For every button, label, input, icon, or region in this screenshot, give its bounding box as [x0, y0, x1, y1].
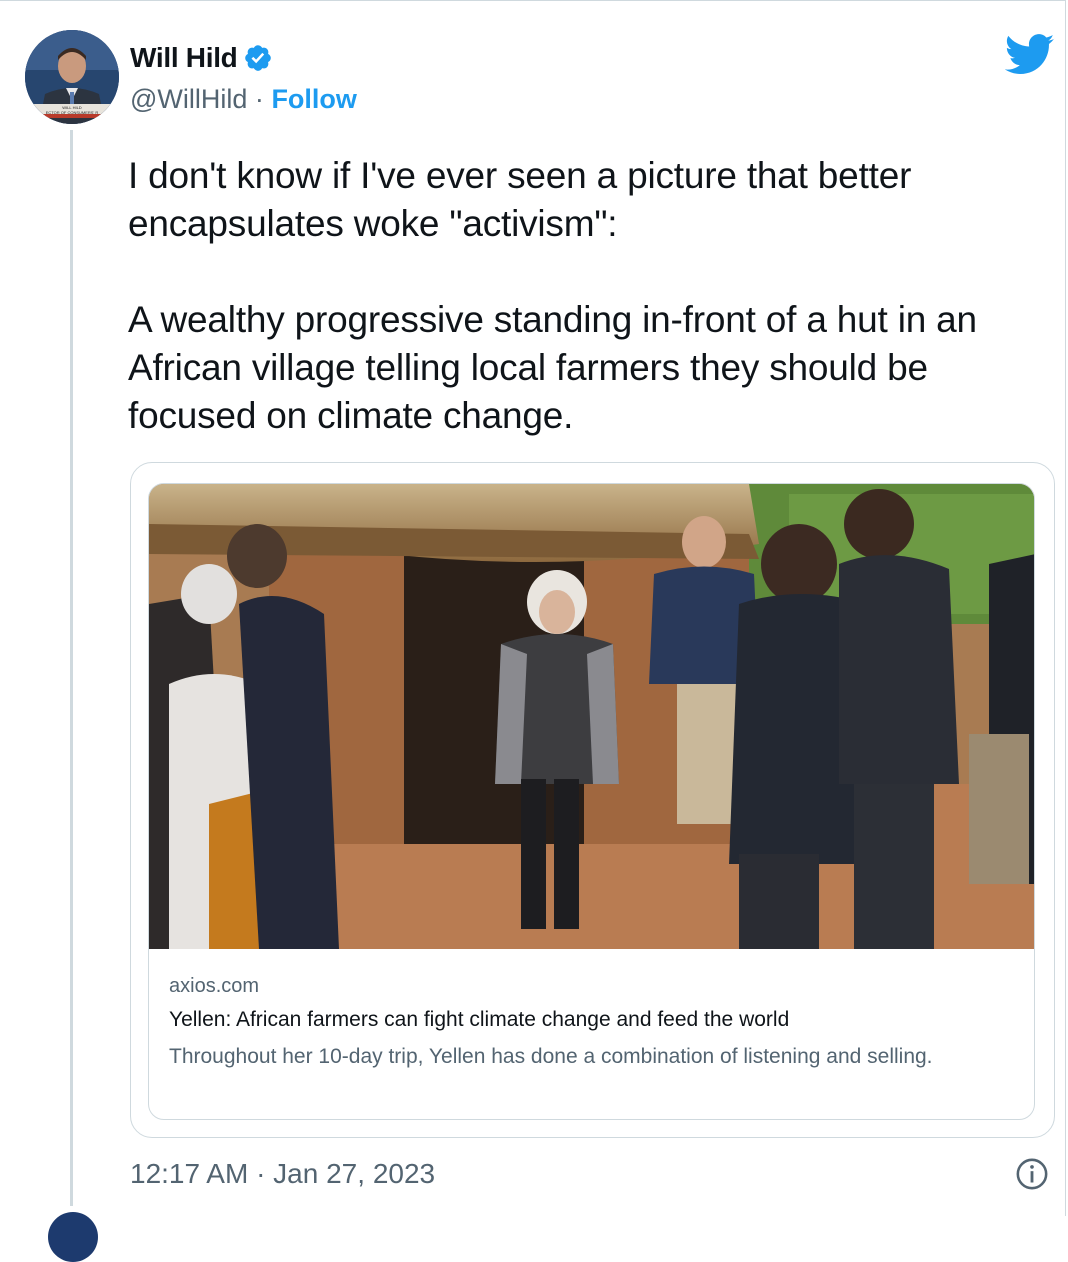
- thread-line: [70, 130, 73, 1206]
- next-reply-avatar[interactable]: [48, 1212, 98, 1262]
- twitter-bird-icon[interactable]: [1005, 34, 1055, 76]
- avatar-image: WILL HILD ECTOR OF CONSUMERS' R: [25, 30, 119, 124]
- avatar-caption-2: ECTOR OF CONSUMERS' R: [46, 110, 99, 115]
- link-card-domain: axios.com: [169, 975, 260, 997]
- author-avatar[interactable]: WILL HILD ECTOR OF CONSUMERS' R: [25, 30, 119, 124]
- tweet-timestamp[interactable]: 12:17 AM · Jan 27, 2023: [130, 1158, 435, 1190]
- author-name-row[interactable]: Will Hild: [130, 42, 273, 74]
- verified-badge-icon: [245, 45, 272, 71]
- separator-dot: ·: [254, 84, 264, 114]
- author-handle[interactable]: @WillHild: [130, 84, 247, 114]
- author-handle-row: @WillHild · Follow: [130, 84, 357, 115]
- tweet-text: I don't know if I've ever seen a picture…: [128, 155, 977, 436]
- follow-button[interactable]: Follow: [271, 84, 356, 114]
- link-card-description: Throughout her 10-day trip, Yellen has d…: [169, 1045, 933, 1068]
- info-icon[interactable]: [1015, 1157, 1049, 1191]
- link-card-title: Yellen: African farmers can fight climat…: [169, 1008, 790, 1031]
- link-card-image[interactable]: [149, 484, 1035, 949]
- author-display-name[interactable]: Will Hild: [130, 42, 238, 74]
- link-card[interactable]: axios.com Yellen: African farmers can fi…: [148, 483, 1035, 1120]
